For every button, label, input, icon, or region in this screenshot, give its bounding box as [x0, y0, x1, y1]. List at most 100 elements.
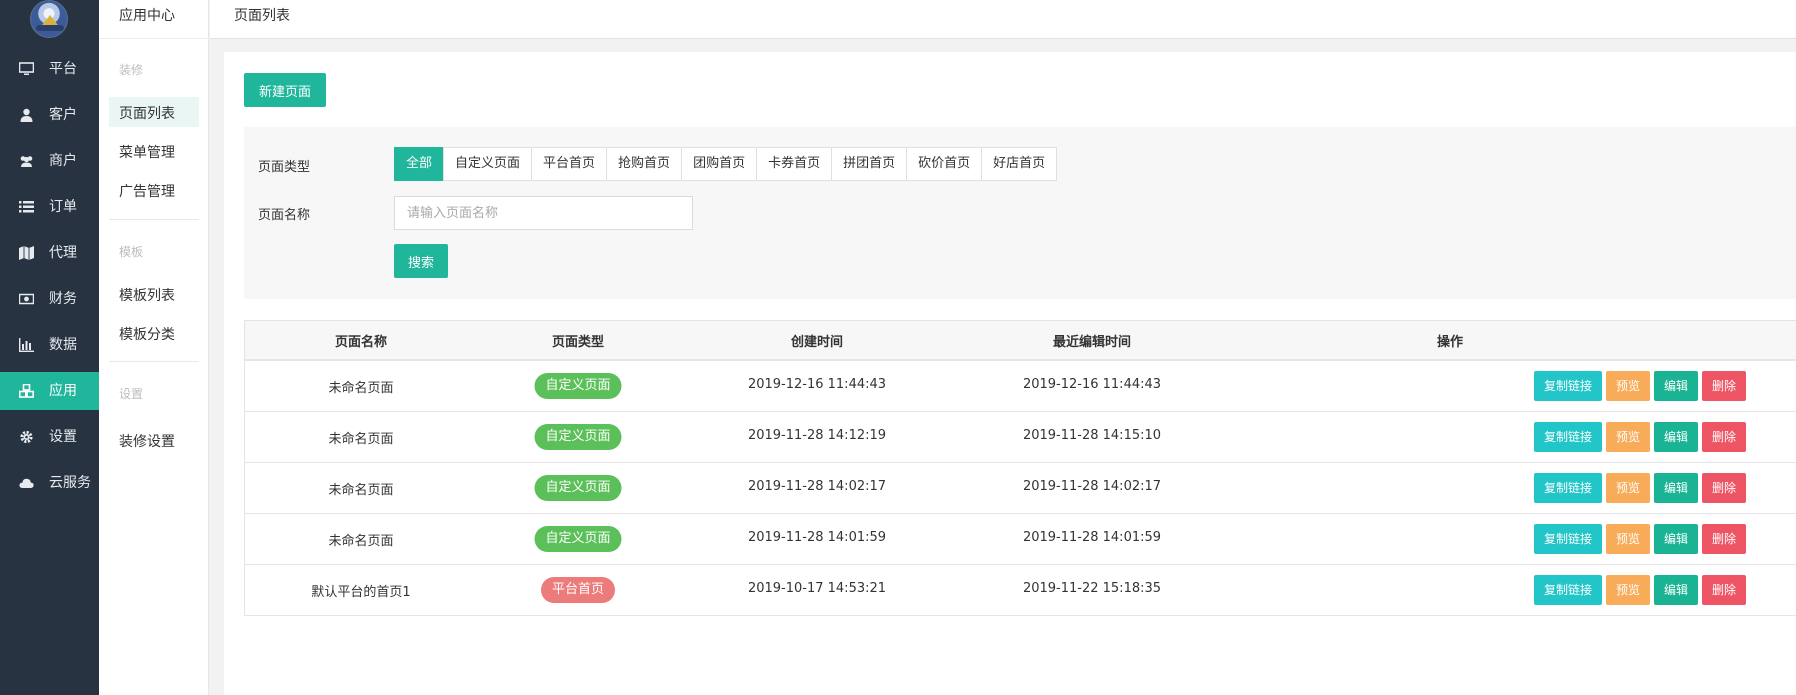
- cloud-icon: [19, 478, 34, 488]
- sidebar-item-label: 商户: [49, 153, 77, 169]
- subnav-item-template-list[interactable]: 模板列表: [109, 279, 199, 309]
- created-time-cell: 2019-10-17 14:53:21: [747, 581, 887, 596]
- new-page-button[interactable]: 新建页面: [244, 73, 326, 107]
- monitor-icon: [19, 62, 34, 75]
- delete-button[interactable]: 删除: [1702, 575, 1747, 605]
- column-header-edited: 最近编辑时间: [1052, 335, 1132, 350]
- type-tab-platform[interactable]: 平台首页: [531, 147, 608, 181]
- list-icon: [19, 201, 34, 213]
- map-icon: [19, 246, 34, 260]
- page-type-badge: 自定义页面: [534, 424, 622, 450]
- column-header-name: 页面名称: [334, 335, 388, 350]
- group-title-settings: 设置: [119, 387, 144, 401]
- edit-button[interactable]: 编辑: [1654, 422, 1699, 452]
- page-name-cell: 未命名页面: [328, 534, 394, 549]
- table-row: 未命名页面 自定义页面 2019-11-28 14:02:17 2019-11-…: [245, 463, 1796, 514]
- copy-link-button[interactable]: 复制链接: [1534, 371, 1603, 401]
- row-actions: 复制链接 预览 编辑 删除: [1534, 473, 1750, 503]
- sidebar-item-data[interactable]: 数据: [0, 326, 99, 364]
- subnav-item-label: 模板列表: [119, 288, 175, 304]
- sidebar-item-order[interactable]: 订单: [0, 188, 99, 226]
- subnav-item-page-list[interactable]: 页面列表: [109, 97, 199, 127]
- table-row: 默认平台的首页1 平台首页 2019-10-17 14:53:21 2019-1…: [245, 565, 1796, 616]
- created-time-cell: 2019-11-28 14:01:59: [747, 530, 887, 545]
- divider: [109, 219, 199, 220]
- type-tab-good-shop[interactable]: 好店首页: [981, 147, 1058, 181]
- edited-time-cell: 2019-11-28 14:01:59: [1022, 530, 1162, 545]
- main-sidebar: 平台 客户 商户 订单 代理 财务 数据 应用 设置 云服务: [0, 0, 99, 695]
- sidebar-item-label: 云服务: [49, 475, 91, 491]
- copy-link-button[interactable]: 复制链接: [1534, 473, 1603, 503]
- delete-button[interactable]: 删除: [1702, 422, 1747, 452]
- edited-time-cell: 2019-11-28 14:02:17: [1022, 479, 1162, 494]
- edited-time-cell: 2019-11-22 15:18:35: [1022, 581, 1162, 596]
- page-type-tabs: 全部 自定义页面 平台首页 抢购首页 团购首页 卡券首页 拼团首页 砍价首页 好…: [394, 147, 1058, 181]
- group-title-template: 模板: [119, 245, 144, 259]
- breadcrumb-current: 页面列表: [234, 8, 290, 24]
- subnav-item-menu-manage[interactable]: 菜单管理: [109, 136, 199, 166]
- preview-button[interactable]: 预览: [1606, 422, 1651, 452]
- page-table: 页面名称 页面类型 创建时间 最近编辑时间 操作 未命名页面 自定义页面 201…: [244, 320, 1796, 616]
- type-tab-group-buy[interactable]: 团购首页: [681, 147, 758, 181]
- preview-button[interactable]: 预览: [1606, 524, 1651, 554]
- sidebar-item-finance[interactable]: 财务: [0, 280, 99, 318]
- page-name-input[interactable]: [394, 196, 693, 230]
- table-body: 未命名页面 自定义页面 2019-12-16 11:44:43 2019-12-…: [245, 361, 1796, 616]
- sidebar-item-app[interactable]: 应用: [0, 372, 99, 410]
- created-time-cell: 2019-11-28 14:02:17: [747, 479, 887, 494]
- copy-link-button[interactable]: 复制链接: [1534, 422, 1603, 452]
- sidebar-item-platform[interactable]: 平台: [0, 50, 99, 88]
- column-header-created: 创建时间: [790, 335, 844, 350]
- copy-link-button[interactable]: 复制链接: [1534, 575, 1603, 605]
- delete-button[interactable]: 删除: [1702, 371, 1747, 401]
- sidebar-item-label: 代理: [49, 245, 77, 261]
- subnav-item-label: 装修设置: [119, 434, 175, 450]
- subnav-item-label: 广告管理: [119, 184, 175, 200]
- edited-time-cell: 2019-12-16 11:44:43: [1022, 377, 1162, 392]
- preview-button[interactable]: 预览: [1606, 575, 1651, 605]
- sidebar-item-merchant[interactable]: 商户: [0, 142, 99, 180]
- type-tab-pintuan[interactable]: 拼团首页: [831, 147, 908, 181]
- type-tab-bargain[interactable]: 砍价首页: [906, 147, 983, 181]
- subnav-item-label: 页面列表: [119, 106, 175, 122]
- sidebar-item-cloud[interactable]: 云服务: [0, 464, 99, 502]
- sidebar-item-settings[interactable]: 设置: [0, 418, 99, 456]
- breadcrumb: 页面列表: [210, 0, 1796, 39]
- table-row: 未命名页面 自定义页面 2019-11-28 14:12:19 2019-11-…: [245, 412, 1796, 463]
- edited-time-cell: 2019-11-28 14:15:10: [1022, 428, 1162, 443]
- edit-button[interactable]: 编辑: [1654, 524, 1699, 554]
- sidebar-item-label: 平台: [49, 61, 77, 77]
- delete-button[interactable]: 删除: [1702, 524, 1747, 554]
- subnav-item-ad-manage[interactable]: 广告管理: [109, 175, 199, 205]
- table-row: 未命名页面 自定义页面 2019-12-16 11:44:43 2019-12-…: [245, 361, 1796, 412]
- preview-button[interactable]: 预览: [1606, 473, 1651, 503]
- edit-button[interactable]: 编辑: [1654, 575, 1699, 605]
- search-button[interactable]: 搜索: [394, 244, 448, 278]
- sidebar-item-customer[interactable]: 客户: [0, 96, 99, 134]
- logo[interactable]: [30, 0, 68, 38]
- type-tab-all[interactable]: 全部: [394, 147, 445, 181]
- copy-link-button[interactable]: 复制链接: [1534, 524, 1603, 554]
- subnav-item-decoration-settings[interactable]: 装修设置: [109, 425, 199, 455]
- table-header: 页面名称 页面类型 创建时间 最近编辑时间 操作: [245, 321, 1796, 361]
- page-name-cell: 未命名页面: [328, 381, 394, 396]
- edit-button[interactable]: 编辑: [1654, 371, 1699, 401]
- sidebar-item-agent[interactable]: 代理: [0, 234, 99, 272]
- sidebar-item-label: 财务: [49, 291, 77, 307]
- type-tab-custom[interactable]: 自定义页面: [443, 147, 533, 181]
- subnav-item-label: 模板分类: [119, 327, 175, 343]
- row-actions: 复制链接 预览 编辑 删除: [1534, 422, 1750, 452]
- group-title-decoration: 装修: [119, 63, 144, 77]
- app-center-header[interactable]: 应用中心: [99, 0, 209, 39]
- edit-button[interactable]: 编辑: [1654, 473, 1699, 503]
- sidebar-item-label: 客户: [49, 107, 77, 123]
- type-tab-flash-sale[interactable]: 抢购首页: [606, 147, 683, 181]
- preview-button[interactable]: 预览: [1606, 371, 1651, 401]
- user-icon: [20, 108, 33, 122]
- type-tab-coupon[interactable]: 卡券首页: [756, 147, 833, 181]
- page-type-badge: 自定义页面: [534, 475, 622, 501]
- gear-icon: [20, 430, 33, 444]
- delete-button[interactable]: 删除: [1702, 473, 1747, 503]
- subnav-item-template-category[interactable]: 模板分类: [109, 318, 199, 348]
- bar-chart-icon: [19, 338, 34, 352]
